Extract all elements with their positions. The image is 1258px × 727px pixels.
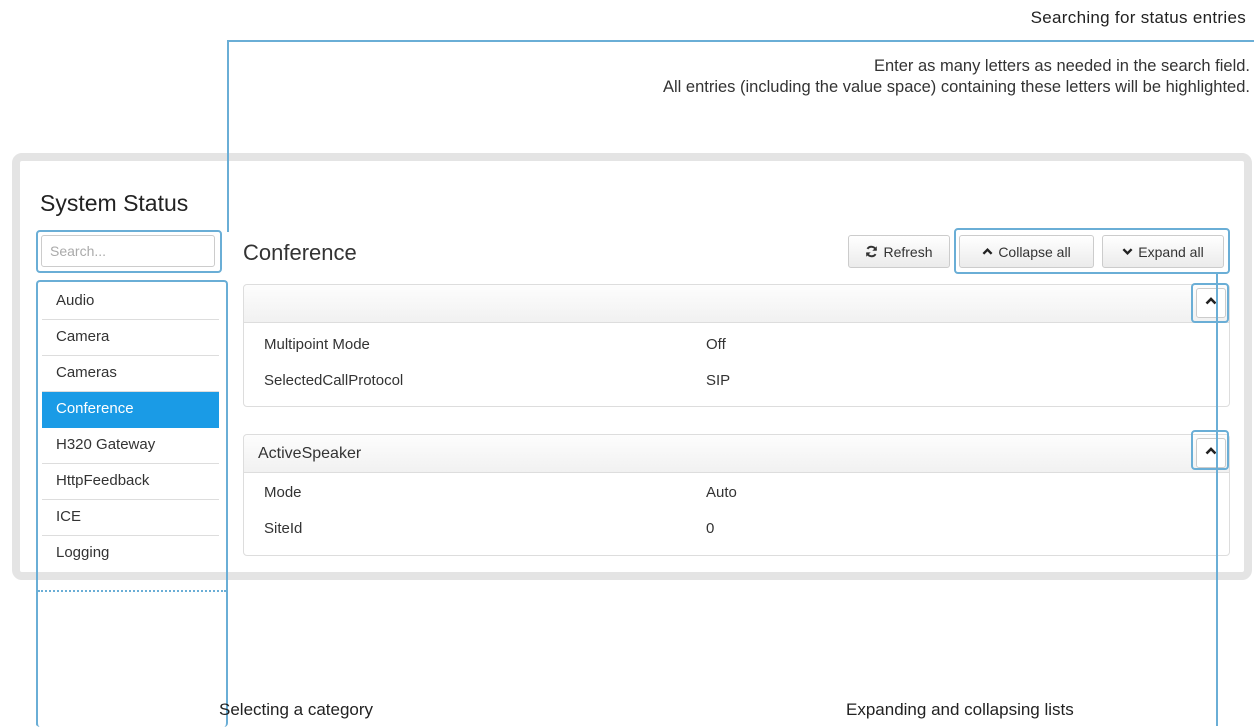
refresh-label: Refresh [883,243,933,260]
refresh-button[interactable]: Refresh [848,235,950,268]
status-value: SIP [706,372,731,389]
status-key: Mode [264,484,302,501]
status-value: Off [706,336,726,353]
callout-expand-collapse [954,228,1230,274]
callout-category-list [36,280,228,727]
annotation-search-desc-line2: All entries (including the value space) … [662,78,1250,96]
annotation-search-desc-line1: Enter as many letters as needed in the s… [873,57,1250,75]
status-section-general: Multipoint Mode Off SelectedCallProtocol… [243,284,1230,407]
status-key: SiteId [264,520,303,537]
refresh-icon [865,245,878,258]
status-row: SelectedCallProtocol SIP [244,363,1229,399]
callout-category-dotted-line [38,590,226,592]
callout-search-connector [227,40,229,232]
section-header [244,285,1229,323]
status-value: Auto [706,484,737,501]
status-key: SelectedCallProtocol [264,372,404,389]
status-row: Multipoint Mode Off [244,327,1229,363]
section-title: Conference [243,240,357,265]
callout-category-leg [36,592,38,726]
annotation-expand-label: Expanding and collapsing lists [846,700,1074,719]
section-header: ActiveSpeaker [244,435,1229,473]
annotation-search-description: Enter as many letters as needed in the s… [663,56,1250,98]
callout-expand-leg [1216,274,1218,726]
section-header-label: ActiveSpeaker [258,445,362,462]
callout-section-toggle-2 [1191,430,1229,470]
status-row: Mode Auto [244,475,1229,511]
status-key: Multipoint Mode [264,336,370,353]
status-value: 0 [706,520,715,537]
status-section-activespeaker: ActiveSpeaker Mode Auto SiteId 0 [243,434,1230,556]
callout-section-toggle-1 [1191,283,1229,323]
callout-search-top-line [227,40,1254,42]
callout-search-field [36,230,222,273]
status-row: SiteId 0 [244,511,1229,547]
annotation-search-title: Searching for status entries [1030,8,1246,27]
page-title: System Status [40,190,189,216]
annotation-category-label: Selecting a category [219,700,374,719]
